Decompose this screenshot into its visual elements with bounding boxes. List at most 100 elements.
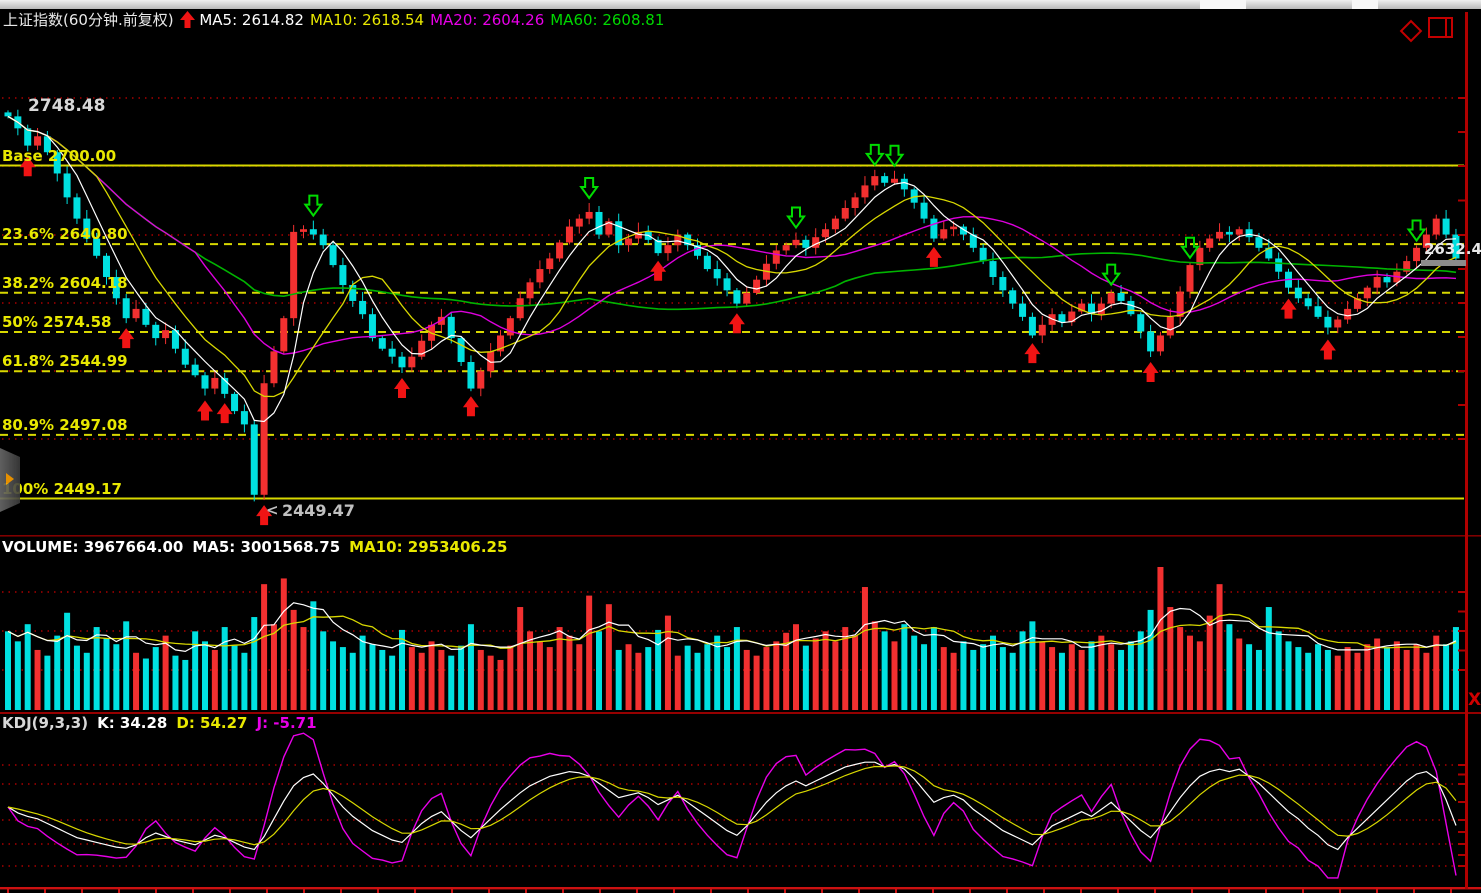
chart-canvas[interactable] (0, 0, 1481, 893)
volume-bar (241, 653, 247, 710)
candle (142, 309, 149, 325)
candle (1374, 277, 1381, 288)
volume-bar (823, 631, 829, 710)
candle (901, 179, 908, 190)
volume-bar (832, 641, 838, 710)
volume-bar (1315, 644, 1321, 710)
candle (399, 357, 406, 368)
volume-bar (281, 578, 287, 710)
volume-bar (1148, 610, 1154, 710)
volume-bar (429, 641, 435, 710)
volume-bar (793, 624, 799, 710)
candle (1295, 288, 1302, 299)
candle (950, 227, 957, 230)
candle (842, 208, 849, 219)
kdj-value-label: KDJ(9,3,3) (2, 714, 88, 732)
window-layout-divider (1445, 19, 1447, 36)
candle (389, 349, 396, 357)
candle (930, 219, 937, 239)
ma-value-label: MA20: 2604.26 (430, 11, 544, 29)
candle (1433, 219, 1440, 235)
volume-bar (1236, 639, 1242, 711)
candle (1108, 293, 1115, 304)
window-edge-segment (1352, 0, 1378, 9)
candle (596, 212, 603, 235)
volume-bar (1433, 636, 1439, 710)
sidebar-expand-handle[interactable] (0, 448, 20, 512)
signal-markers (20, 145, 1425, 525)
volume-bar (419, 653, 425, 710)
candle (261, 383, 268, 495)
candles (5, 110, 1460, 502)
buy-arrow-icon (197, 401, 213, 421)
volume-bar (74, 646, 80, 710)
candle (743, 293, 750, 304)
volume-bar (596, 631, 602, 710)
candle (793, 240, 800, 245)
candle (1443, 219, 1450, 235)
candle (359, 301, 366, 314)
volume-bar (773, 641, 779, 710)
candle (1029, 317, 1036, 336)
volume-bar (44, 656, 50, 710)
buy-arrow-icon (394, 378, 410, 398)
kdj-value-label: K: 34.28 (97, 714, 167, 732)
candle (1019, 304, 1026, 317)
volume-bars (5, 567, 1459, 710)
candle (379, 338, 386, 349)
candle (133, 309, 140, 318)
fib-lines (0, 166, 1464, 499)
candle (34, 136, 41, 145)
volume-bar (1325, 650, 1331, 710)
volume-bar (665, 616, 671, 710)
candle (1206, 239, 1213, 248)
sell-arrow-icon (305, 196, 321, 216)
volume-bar (901, 624, 907, 710)
kdj-value-label: D: 54.27 (176, 714, 247, 732)
volume-bar (123, 621, 129, 710)
volume-bar (862, 587, 868, 710)
candle (231, 394, 238, 411)
volume-bar (389, 656, 395, 710)
candle (408, 357, 415, 368)
volume-bar (163, 636, 169, 710)
candle (241, 411, 248, 424)
trend-up-arrow-icon (180, 11, 195, 28)
volume-bar (951, 653, 957, 710)
volume-bar (1266, 607, 1272, 710)
window-layout-button[interactable] (1428, 17, 1453, 38)
candle (714, 269, 721, 278)
candle (1009, 290, 1016, 303)
volume-bar (724, 647, 730, 710)
sell-arrow-icon (1182, 238, 1198, 258)
volume-bar (507, 646, 513, 710)
volume-bar (566, 636, 572, 710)
low-price-label: 2449.47 (282, 501, 355, 520)
volume-bar (104, 639, 110, 711)
volume-bar (232, 646, 238, 710)
volume-bar (212, 650, 218, 710)
candle (5, 112, 12, 116)
volume-bar (990, 636, 996, 710)
volume-bar (1157, 567, 1163, 710)
volume-bar (1197, 641, 1203, 710)
candle (1384, 277, 1391, 282)
panel-close-icon[interactable]: X (1468, 690, 1481, 710)
volume-bar (1354, 653, 1360, 710)
candle (349, 285, 356, 301)
volume-bar (675, 656, 681, 710)
volume-bar (1374, 639, 1380, 711)
volume-bar (330, 641, 336, 710)
volume-bar (921, 644, 927, 710)
candle (152, 325, 159, 338)
volume-bar (1226, 624, 1232, 710)
candle (1413, 248, 1420, 261)
candle (270, 351, 277, 383)
candle (773, 250, 780, 263)
volume-bar (695, 653, 701, 710)
volume-bar (803, 646, 809, 710)
volume-bar (340, 647, 346, 710)
candle (1157, 335, 1164, 351)
volume-bar (1049, 647, 1055, 710)
candle (1137, 314, 1144, 331)
